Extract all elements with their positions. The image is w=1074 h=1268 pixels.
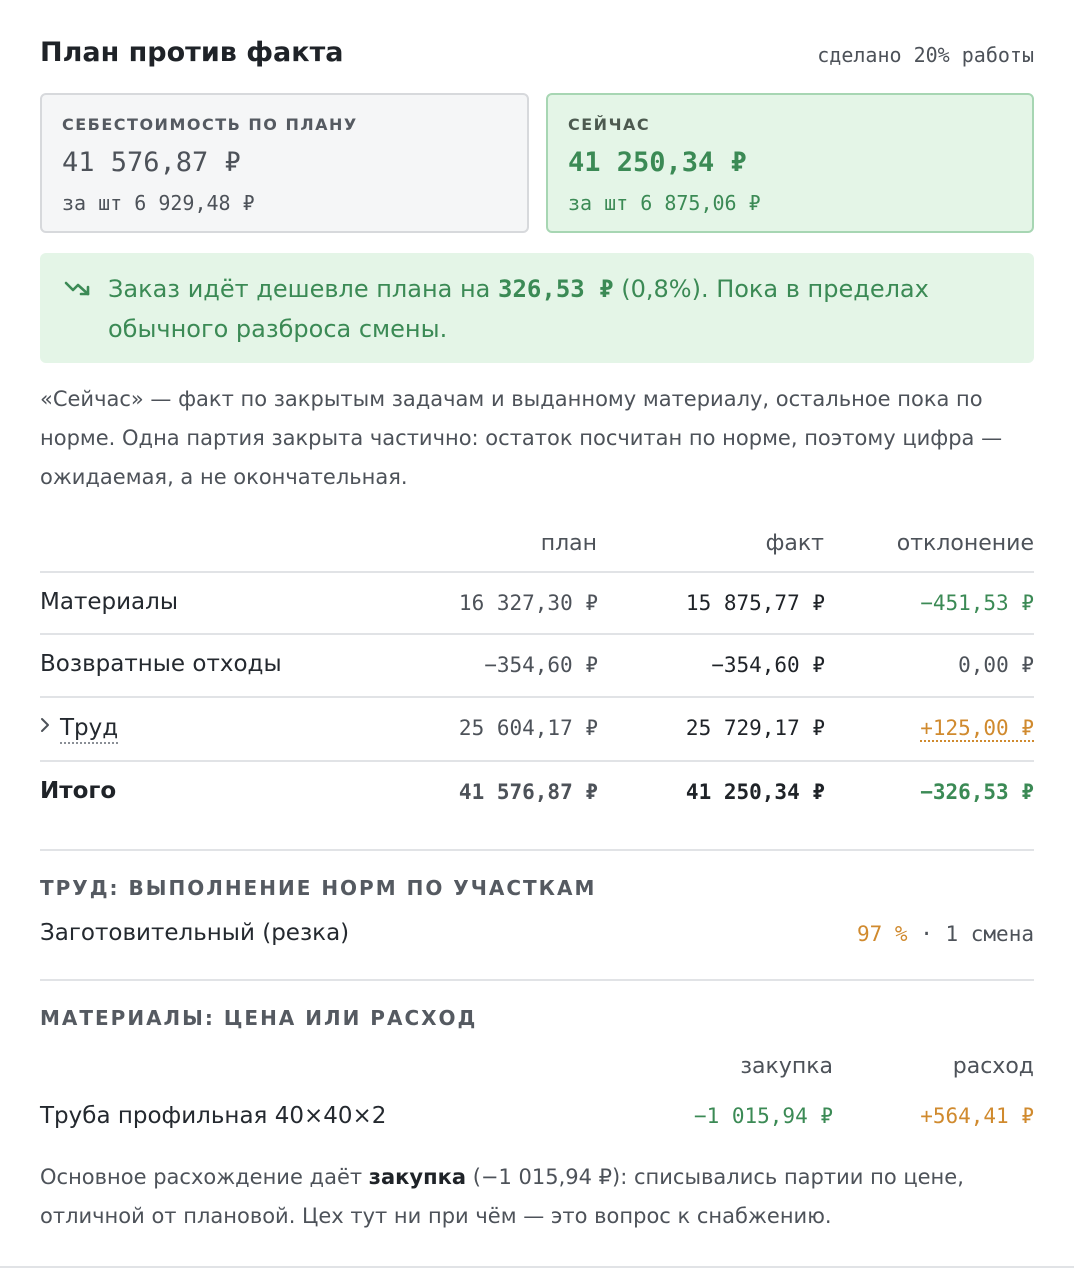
column-deviation-header: отклонение (896, 531, 1034, 556)
row-fact-value: 41 250,34 ₽ (685, 780, 825, 804)
chevron-right-icon[interactable] (40, 717, 50, 733)
conclusion-note: Основное расхождение даёт закупка (−1 01… (40, 1158, 1030, 1236)
row-deviation-value: −451,53 ₽ (920, 591, 1034, 615)
table-row-return-waste: Возвратные отходы −354,60 ₽ −354,60 ₽ 0,… (40, 633, 1034, 695)
labor-area-label: Заготовительный (резка) (40, 920, 350, 946)
row-fact-value: 15 875,77 ₽ (685, 591, 825, 615)
row-deviation-value[interactable]: +125,00 ₽ (814, 716, 1034, 742)
row-plan-value: 41 576,87 ₽ (458, 780, 598, 804)
row-plan-value: 25 604,17 ₽ (458, 716, 598, 740)
table-row-materials: Материалы 16 327,30 ₽ 15 875,77 ₽ −451,5… (40, 571, 1034, 633)
trend-down-icon (64, 281, 90, 296)
labor-area-stats: 97 % · 1 смена (857, 922, 1034, 946)
plan-cost-value: 41 576,87 ₽ (62, 147, 241, 178)
row-plan-value: −354,60 ₽ (484, 653, 598, 677)
column-consumption-header: расход (952, 1054, 1034, 1079)
row-label: Возвратные отходы (40, 651, 282, 677)
savings-alert-text: Заказ идёт дешевле плана на 326,53 ₽ (0,… (108, 269, 1008, 349)
labor-section-item: Заготовительный (резка) 97 % · 1 смена (40, 920, 1034, 952)
page-title: План против факта (40, 37, 344, 68)
row-plan-value: 16 327,30 ₽ (458, 591, 598, 615)
labor-area-separator: · (907, 922, 946, 946)
current-cost-per-unit: за шт 6 875,06 ₽ (568, 191, 761, 215)
row-label: Итого (40, 778, 117, 804)
row-label: Материалы (40, 589, 178, 615)
section-divider (40, 849, 1034, 851)
labor-section-title: ТРУД: ВЫПОЛНЕНИЕ НОРМ ПО УЧАСТКАМ (40, 876, 597, 900)
table-row-total: Итого 41 576,87 ₽ 41 250,34 ₽ −326,53 ₽ (40, 760, 1034, 822)
current-cost-value: 41 250,34 ₽ (568, 147, 747, 178)
row-fact-value: 25 729,17 ₽ (685, 716, 825, 740)
row-fact-value: −354,60 ₽ (711, 653, 825, 677)
current-cost-card: СЕЙЧАС 41 250,34 ₽ за шт 6 875,06 ₽ (546, 93, 1034, 233)
plan-cost-card: СЕБЕСТОИМОСТЬ ПО ПЛАНУ 41 576,87 ₽ за шт… (40, 93, 529, 233)
footer-text-before: Основное расхождение даёт (40, 1165, 369, 1189)
row-deviation-value: 0,00 ₽ (958, 653, 1034, 677)
row-deviation-value: −326,53 ₽ (920, 780, 1034, 804)
plan-vs-fact-panel: План против факта сделано 20% работы СЕБ… (0, 0, 1074, 1268)
labor-expand-toggle[interactable]: Труд (60, 714, 119, 744)
current-cost-label: СЕЙЧАС (568, 115, 651, 134)
section-divider (40, 979, 1034, 981)
explanation-note: «Сейчас» — факт по закрытым задачам и вы… (40, 387, 1003, 489)
alert-text-before: Заказ идёт дешевле плана на (108, 275, 499, 303)
plan-cost-per-unit: за шт 6 929,48 ₽ (62, 191, 255, 215)
table-row-labor[interactable]: Труд 25 604,17 ₽ 25 729,17 ₽ +125,00 ₽ (40, 696, 1034, 758)
footer-bold: закупка (368, 1165, 467, 1189)
deviation-tooltip-trigger[interactable]: +125,00 ₽ (920, 716, 1034, 742)
plan-cost-label: СЕБЕСТОИМОСТЬ ПО ПЛАНУ (62, 115, 358, 134)
material-consumption-value: +564,41 ₽ (920, 1104, 1034, 1128)
labor-area-percent: 97 % (856, 922, 908, 946)
materials-section-title: МАТЕРИАЛЫ: ЦЕНА ИЛИ РАСХОД (40, 1006, 478, 1030)
header: План против факта сделано 20% работы (40, 36, 1034, 76)
labor-area-shifts: 1 смена (945, 922, 1034, 946)
alert-amount: 326,53 ₽ (498, 275, 614, 303)
savings-alert: Заказ идёт дешевле плана на 326,53 ₽ (0,… (40, 253, 1034, 363)
work-progress: сделано 20% работы (817, 43, 1034, 67)
